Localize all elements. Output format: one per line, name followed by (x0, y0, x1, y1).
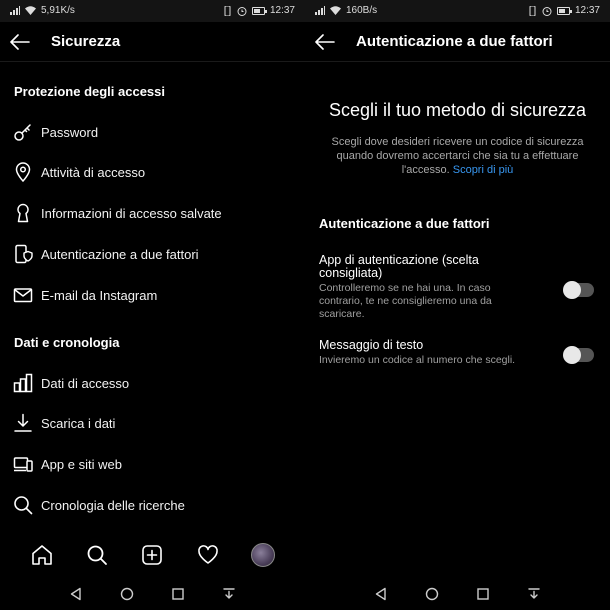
system-home-button[interactable] (117, 584, 137, 604)
heart-icon (197, 545, 218, 564)
nav-home-button[interactable] (28, 541, 56, 569)
system-home-button[interactable] (422, 584, 442, 604)
menu-item-password[interactable]: Password (0, 112, 305, 152)
circle-home-icon (120, 587, 134, 601)
option-text-message: Messaggio di testo Invieremo un codice a… (319, 339, 596, 367)
nav-profile-button[interactable] (249, 541, 277, 569)
alarm-icon (237, 6, 247, 16)
signal-icon (10, 6, 20, 15)
menu-item-label: Dati di accesso (41, 375, 130, 391)
search-icon (13, 495, 33, 515)
back-arrow-icon (315, 34, 335, 50)
vibrate-icon (529, 5, 536, 16)
menu-item-label: E-mail da Instagram (41, 287, 158, 303)
pull-down-icon (223, 588, 236, 599)
menu-item-login-activity[interactable]: Attività di accesso (0, 152, 305, 192)
system-recents-button[interactable] (473, 584, 493, 604)
text-message-toggle[interactable] (563, 346, 594, 364)
menu-item-instagram-emails[interactable]: E-mail da Instagram (0, 275, 305, 315)
menu-item-label: Informazioni di accesso salvate (41, 205, 222, 221)
system-notifications-button[interactable] (524, 584, 544, 604)
download-icon (13, 413, 33, 433)
square-recents-icon (477, 588, 489, 600)
option-description: Invieremo un codice al numero che scegli… (319, 354, 516, 366)
battery-icon (251, 6, 267, 15)
wifi-icon (25, 6, 36, 15)
top-bar: Sicurezza (0, 22, 305, 62)
bottom-navigation (0, 532, 305, 578)
section-title-two-factor: Autenticazione a due fattori (319, 216, 490, 231)
section-title-access-protection: Protezione degli accessi (14, 84, 166, 99)
system-notifications-button[interactable] (219, 584, 239, 604)
signal-icon (315, 6, 325, 15)
triangle-back-icon (375, 587, 386, 601)
pull-down-icon (528, 588, 541, 599)
page-title: Autenticazione a due fattori (356, 33, 553, 50)
network-speed: 5,91K/s (41, 5, 75, 16)
security-screen: 5,91K/s 12:37 Sicurezza Protezione degli… (0, 0, 305, 610)
toggle-knob (563, 281, 581, 299)
mail-icon (13, 285, 33, 305)
menu-item-label: Autenticazione a due fattori (41, 246, 199, 262)
shield-phone-icon (13, 244, 33, 264)
two-factor-screen: 160B/s 12:37 Autenticazione a due fattor… (305, 0, 610, 610)
key-icon (13, 122, 33, 142)
circle-home-icon (425, 587, 439, 601)
authenticator-app-toggle[interactable] (563, 281, 594, 299)
system-back-button[interactable] (66, 584, 86, 604)
toggle-knob (563, 346, 581, 364)
battery-icon (556, 6, 572, 15)
network-speed: 160B/s (346, 5, 378, 16)
clock: 12:37 (574, 5, 600, 16)
menu-item-search-history[interactable]: Cronologia delle ricerche (0, 485, 305, 525)
triangle-back-icon (70, 587, 81, 601)
option-title: App di autenticazione (scelta consigliat… (319, 253, 479, 280)
menu-item-two-factor-auth[interactable]: Autenticazione a due fattori (0, 234, 305, 274)
menu-item-label: Scarica i dati (41, 415, 116, 431)
section-title-data-history: Dati e cronologia (14, 335, 120, 350)
menu-item-label: App e siti web (41, 456, 122, 472)
nav-activity-button[interactable] (194, 541, 222, 569)
clock: 12:37 (269, 5, 295, 16)
back-arrow-icon (10, 34, 30, 50)
nav-create-button[interactable] (138, 541, 166, 569)
menu-item-access-data[interactable]: Dati di accesso (0, 363, 305, 403)
avatar (251, 543, 276, 567)
option-description: Controlleremo se ne hai una. In caso con… (319, 282, 492, 320)
vibrate-icon (224, 5, 231, 16)
status-bar: 5,91K/s 12:37 (0, 0, 305, 22)
search-icon (87, 545, 107, 565)
learn-more-link[interactable]: Scopri di più (453, 164, 514, 176)
alarm-icon (542, 6, 552, 16)
option-authenticator-app: App di autenticazione (scelta consigliat… (319, 254, 596, 321)
page-title: Sicurezza (51, 33, 121, 50)
bar-chart-icon (13, 373, 33, 393)
back-button[interactable] (313, 30, 337, 54)
security-method-heading: Scegli il tuo metodo di sicurezza (328, 100, 587, 120)
square-recents-icon (172, 588, 184, 600)
system-navigation-bar (305, 578, 610, 610)
devices-icon (13, 454, 33, 474)
menu-item-apps-websites[interactable]: App e siti web (0, 444, 305, 484)
home-icon (31, 545, 52, 565)
menu-item-label: Password (41, 124, 99, 140)
menu-item-saved-login-info[interactable]: Informazioni di accesso salvate (0, 193, 305, 233)
system-navigation-bar (0, 578, 305, 610)
location-pin-icon (13, 162, 33, 182)
menu-item-download-data[interactable]: Scarica i dati (0, 403, 305, 443)
wifi-icon (330, 6, 341, 15)
menu-item-label: Attività di accesso (41, 164, 146, 180)
system-back-button[interactable] (371, 584, 391, 604)
top-bar: Autenticazione a due fattori (305, 22, 610, 62)
nav-search-button[interactable] (83, 541, 111, 569)
status-bar: 160B/s 12:37 (305, 0, 610, 22)
security-method-description: Scegli dove desideri ricevere un codice … (319, 135, 596, 177)
keyhole-icon (13, 203, 33, 223)
system-recents-button[interactable] (168, 584, 188, 604)
back-button[interactable] (8, 30, 32, 54)
menu-item-label: Cronologia delle ricerche (41, 497, 185, 513)
plus-square-icon (142, 545, 163, 565)
option-title: Messaggio di testo (319, 338, 424, 352)
